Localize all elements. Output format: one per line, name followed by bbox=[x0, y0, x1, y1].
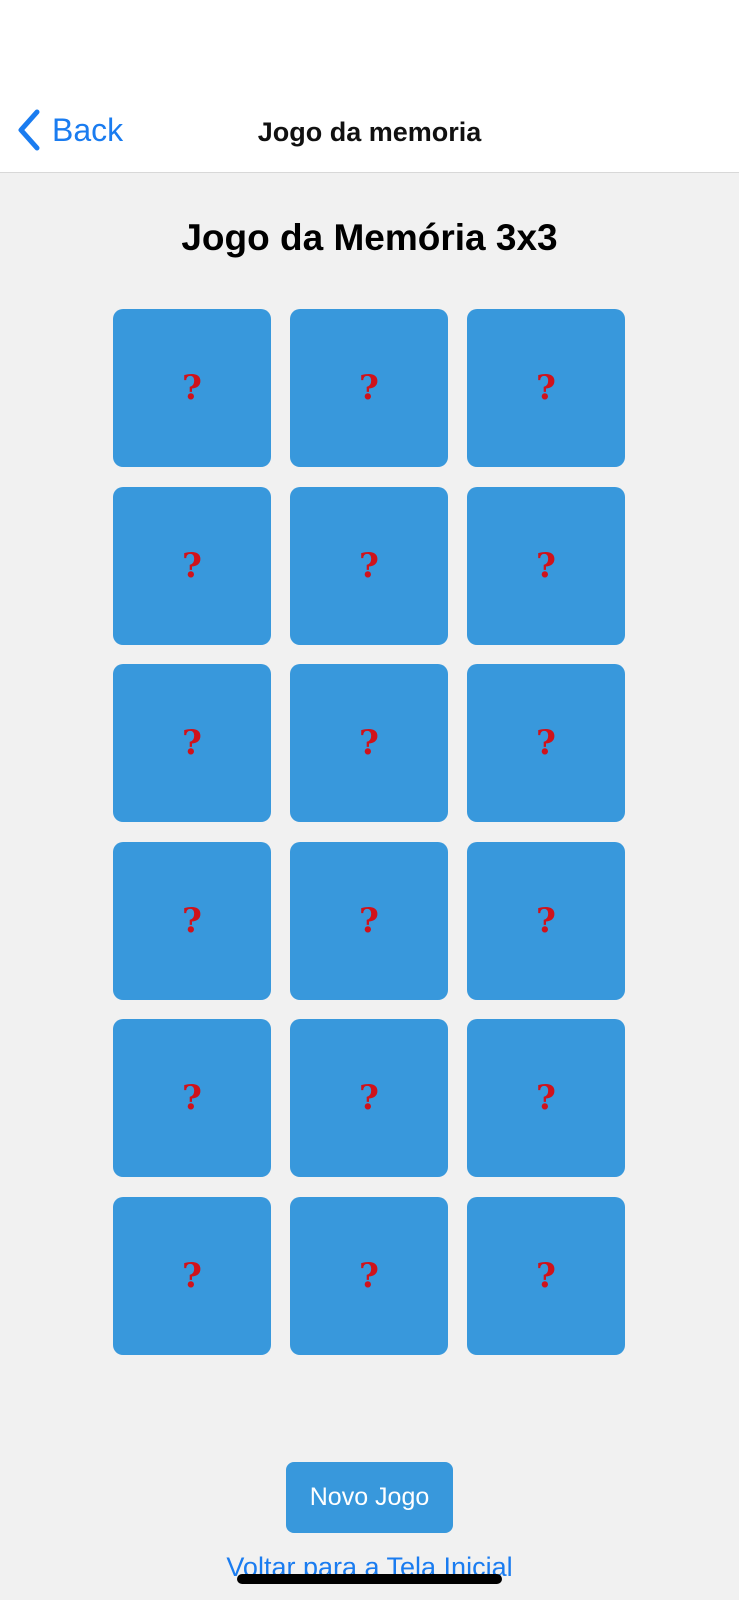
card-hidden-symbol: ? bbox=[536, 1078, 556, 1118]
memory-card[interactable]: ? bbox=[467, 1019, 625, 1177]
memory-card[interactable]: ? bbox=[290, 309, 448, 467]
nav-title: Jogo da memoria bbox=[257, 117, 482, 147]
screen: Back Jogo da memoria Jogo da Memória 3x3… bbox=[0, 0, 739, 1600]
memory-card[interactable]: ? bbox=[113, 841, 271, 1000]
card-grid: ?????????????????? bbox=[113, 309, 626, 1355]
card-hidden-symbol: ? bbox=[182, 1255, 202, 1296]
memory-card[interactable]: ? bbox=[290, 664, 448, 822]
memory-card[interactable]: ? bbox=[467, 664, 625, 822]
card-hidden-symbol: ? bbox=[359, 723, 379, 763]
memory-card[interactable]: ? bbox=[290, 1019, 448, 1177]
card-hidden-symbol: ? bbox=[359, 1255, 379, 1296]
card-hidden-symbol: ? bbox=[359, 900, 379, 941]
memory-card[interactable]: ? bbox=[467, 841, 625, 1000]
memory-card[interactable]: ? bbox=[290, 841, 448, 1000]
status-bar-area bbox=[0, 0, 739, 92]
card-hidden-symbol: ? bbox=[182, 368, 202, 408]
memory-card[interactable]: ? bbox=[113, 486, 271, 645]
card-hidden-symbol: ? bbox=[536, 368, 556, 408]
new-game-button[interactable]: Novo Jogo bbox=[286, 1462, 453, 1533]
memory-card[interactable]: ? bbox=[113, 309, 271, 467]
card-hidden-symbol: ? bbox=[359, 545, 379, 586]
card-hidden-symbol: ? bbox=[536, 900, 556, 941]
home-indicator bbox=[237, 1574, 502, 1584]
memory-card[interactable]: ? bbox=[467, 486, 625, 645]
card-hidden-symbol: ? bbox=[182, 723, 202, 763]
card-hidden-symbol: ? bbox=[359, 1078, 379, 1118]
memory-card[interactable]: ? bbox=[113, 1196, 271, 1355]
card-hidden-symbol: ? bbox=[536, 723, 556, 763]
card-hidden-symbol: ? bbox=[182, 1078, 202, 1118]
memory-card[interactable]: ? bbox=[290, 486, 448, 645]
memory-card[interactable]: ? bbox=[290, 1196, 448, 1355]
memory-card[interactable]: ? bbox=[113, 1019, 271, 1177]
card-hidden-symbol: ? bbox=[536, 1255, 556, 1296]
memory-card[interactable]: ? bbox=[467, 309, 625, 467]
card-hidden-symbol: ? bbox=[182, 900, 202, 941]
card-hidden-symbol: ? bbox=[536, 545, 556, 586]
memory-card[interactable]: ? bbox=[113, 664, 271, 822]
card-hidden-symbol: ? bbox=[182, 545, 202, 586]
memory-card[interactable]: ? bbox=[467, 1196, 625, 1355]
card-hidden-symbol: ? bbox=[359, 368, 379, 408]
navigation-bar: Back Jogo da memoria bbox=[0, 92, 739, 173]
page-title: Jogo da Memória 3x3 bbox=[181, 217, 558, 258]
